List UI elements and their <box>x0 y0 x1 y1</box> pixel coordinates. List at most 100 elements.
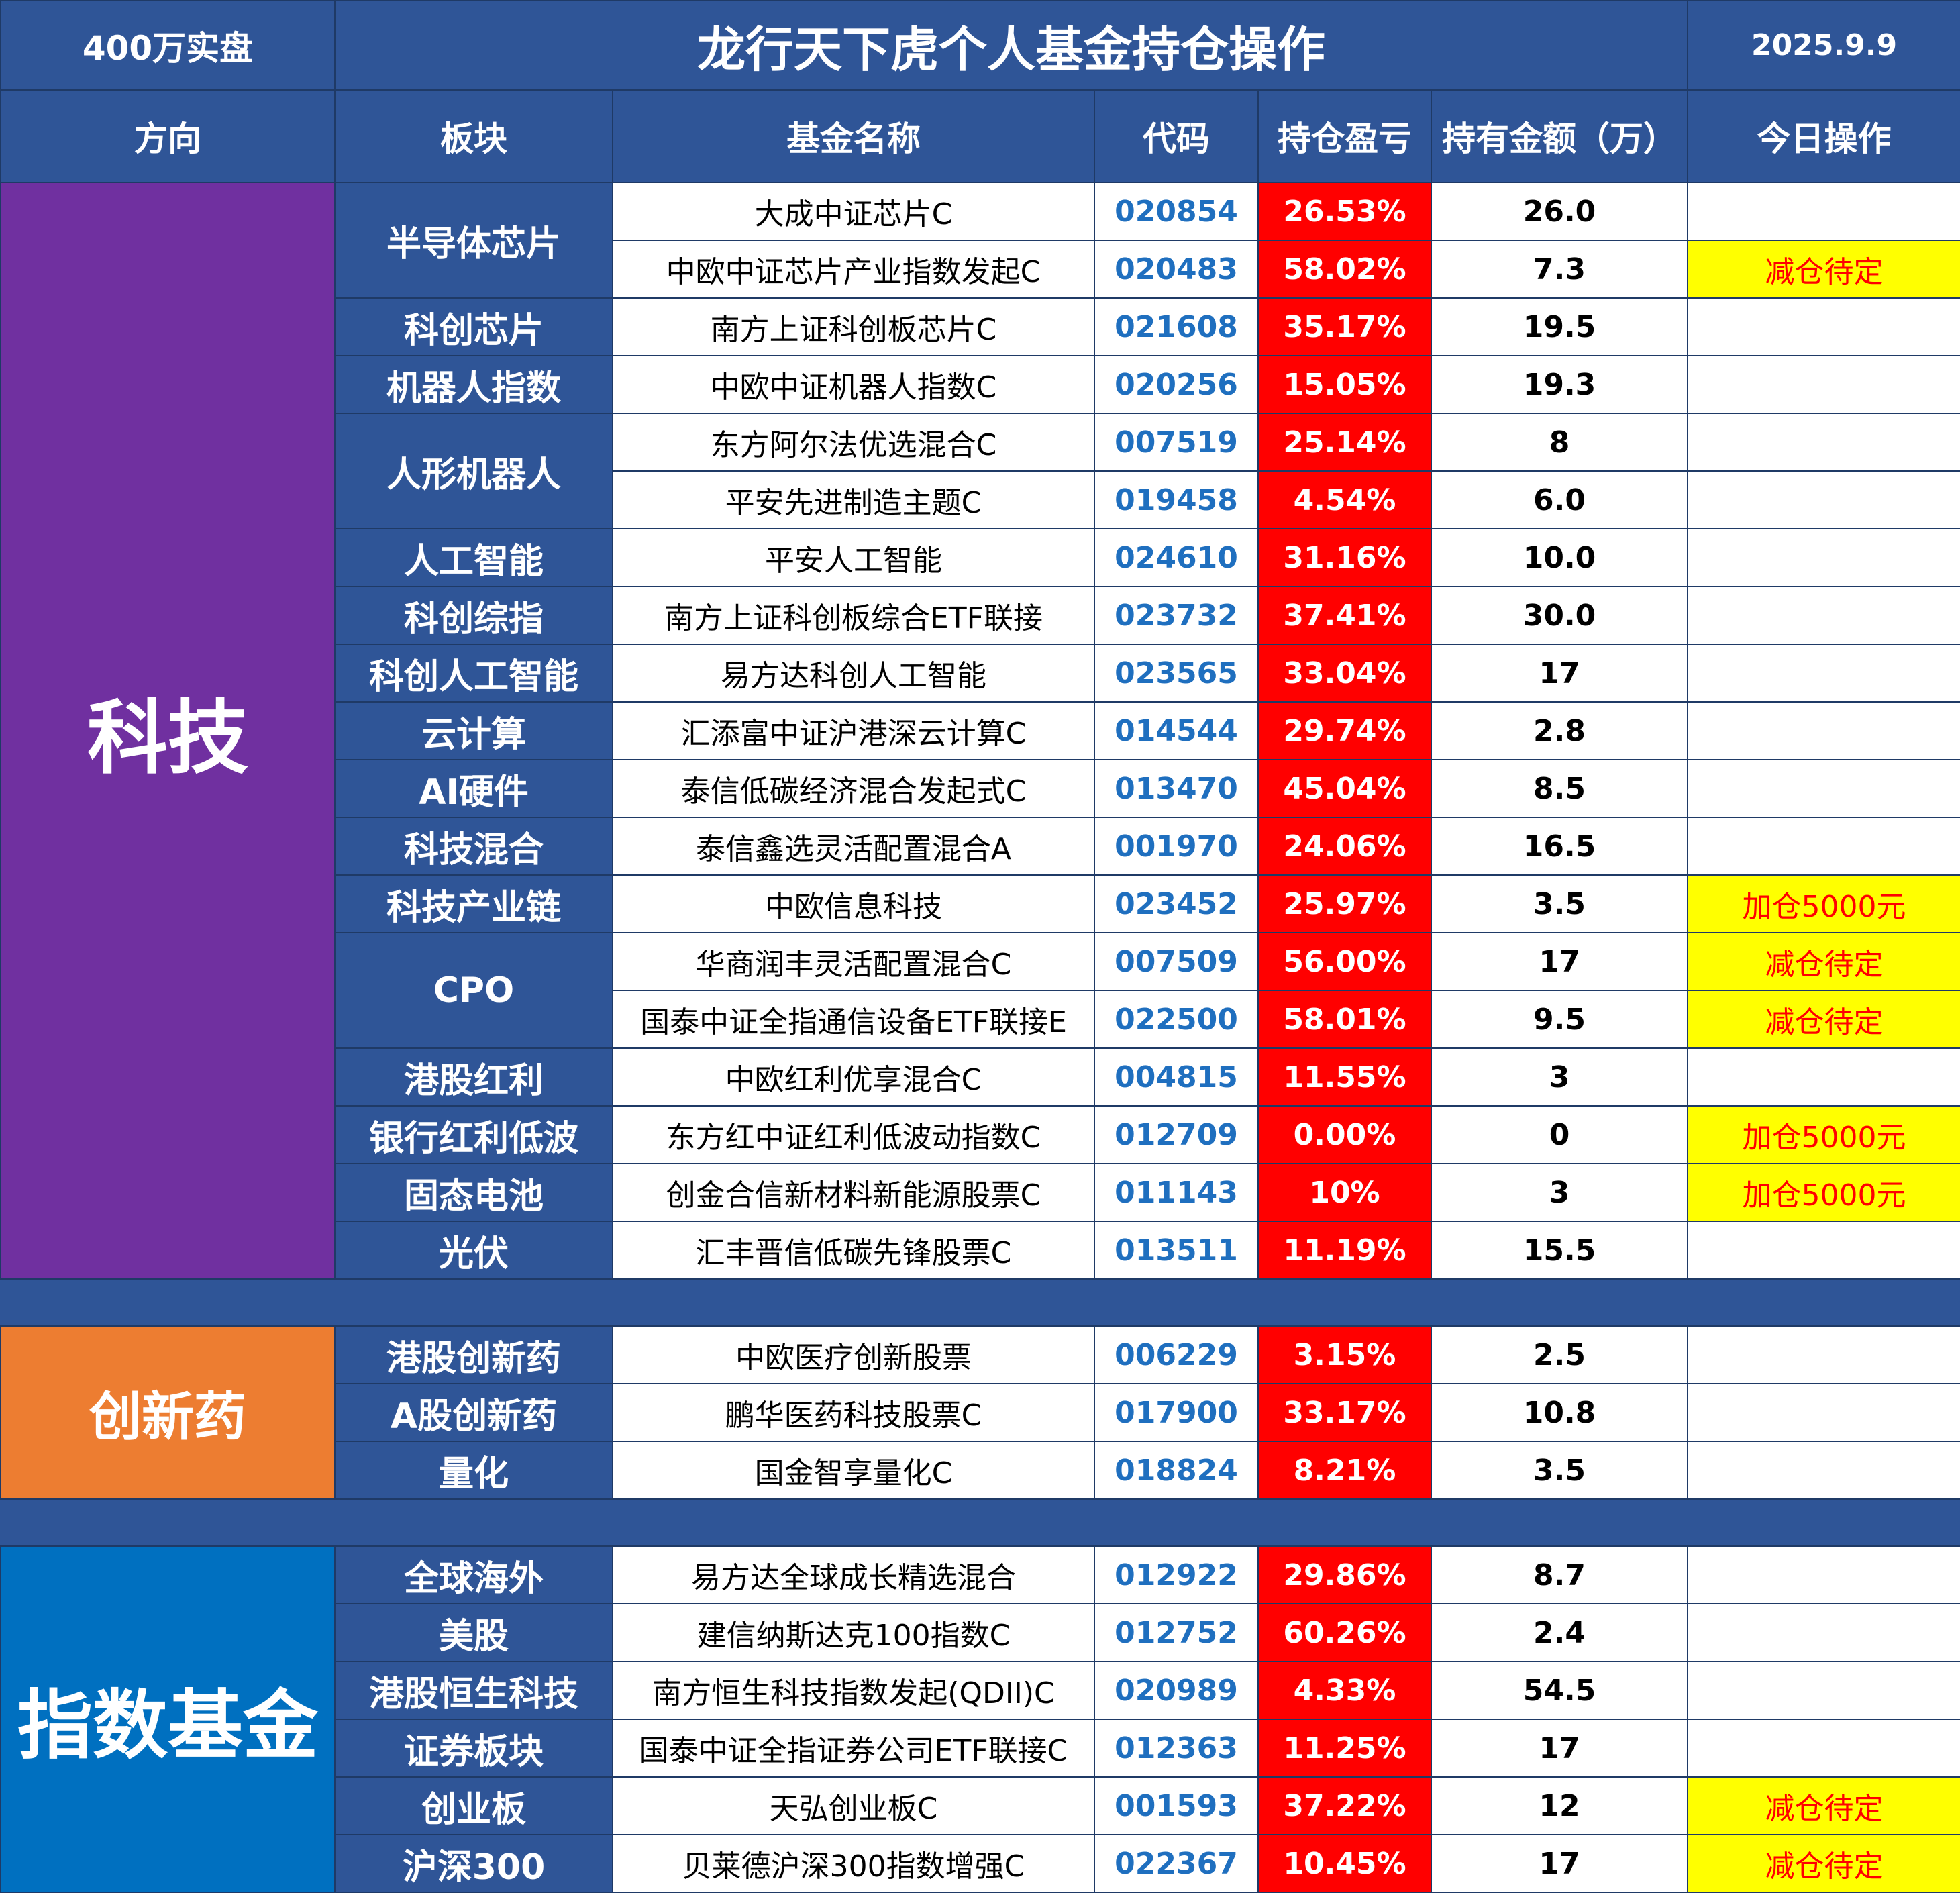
fund-code: 012709 <box>1094 1105 1259 1164</box>
sector-label: 固态电池 <box>334 1163 613 1222</box>
today-operation <box>1687 1661 1960 1720</box>
pnl-value: 10.45% <box>1257 1834 1432 1893</box>
fund-name: 东方阿尔法优选混合C <box>612 413 1095 472</box>
today-operation: 减仓待定 <box>1687 932 1960 991</box>
col-fund-name: 基金名称 <box>612 89 1095 183</box>
holding-amount: 3.5 <box>1430 1441 1689 1500</box>
fund-code: 023732 <box>1094 586 1259 645</box>
fund-code: 001593 <box>1094 1776 1259 1835</box>
pnl-value: 4.54% <box>1257 470 1432 529</box>
fund-code: 013470 <box>1094 759 1259 818</box>
sector-label: 人形机器人 <box>334 413 613 529</box>
fund-name: 鹏华医药科技股票C <box>612 1383 1095 1442</box>
today-operation <box>1687 1545 1960 1604</box>
holding-amount: 15.5 <box>1430 1221 1689 1280</box>
direction-index: 指数基金 <box>0 1545 336 1893</box>
fund-code: 020256 <box>1094 355 1259 414</box>
today-operation <box>1687 1221 1960 1280</box>
holding-amount: 26.0 <box>1430 182 1689 241</box>
fund-name: 东方红中证红利低波动指数C <box>612 1105 1095 1164</box>
fund-code: 020854 <box>1094 182 1259 241</box>
pnl-value: 58.02% <box>1257 240 1432 299</box>
today-operation <box>1687 586 1960 645</box>
fund-name: 创金合信新材料新能源股票C <box>612 1163 1095 1222</box>
holding-amount: 2.8 <box>1430 701 1689 760</box>
col-sector: 板块 <box>334 89 613 183</box>
today-operation <box>1687 759 1960 818</box>
col-today-op: 今日操作 <box>1687 89 1960 183</box>
fund-name: 国泰中证全指通信设备ETF联接E <box>612 990 1095 1049</box>
fund-code: 024610 <box>1094 528 1259 587</box>
fund-code: 020989 <box>1094 1661 1259 1720</box>
fund-name: 平安先进制造主题C <box>612 470 1095 529</box>
sector-label: 科创人工智能 <box>334 644 613 703</box>
holding-amount: 2.5 <box>1430 1325 1689 1384</box>
today-operation <box>1687 1603 1960 1662</box>
holding-amount: 6.0 <box>1430 470 1689 529</box>
fund-code: 011143 <box>1094 1163 1259 1222</box>
sector-label: A股创新药 <box>334 1383 613 1442</box>
table-row: 科技 半导体芯片 大成中证芯片C 020854 26.53% 26.0 <box>0 182 1960 1280</box>
pnl-value: 4.33% <box>1257 1661 1432 1720</box>
fund-code: 021608 <box>1094 297 1259 356</box>
fund-code: 022367 <box>1094 1834 1259 1893</box>
today-operation <box>1687 470 1960 529</box>
fund-name: 中欧红利优享混合C <box>612 1047 1095 1107</box>
fund-name: 中欧信息科技 <box>612 874 1095 933</box>
pnl-value: 58.01% <box>1257 990 1432 1049</box>
pnl-value: 37.41% <box>1257 586 1432 645</box>
sector-label: 证券板块 <box>334 1719 613 1778</box>
today-operation <box>1687 1719 1960 1778</box>
fund-name: 中欧中证芯片产业指数发起C <box>612 240 1095 299</box>
fund-name: 贝莱德沪深300指数增强C <box>612 1834 1095 1893</box>
holding-amount: 8 <box>1430 413 1689 472</box>
holding-amount: 10.8 <box>1430 1383 1689 1442</box>
holding-amount: 10.0 <box>1430 528 1689 587</box>
sector-label: 港股恒生科技 <box>334 1661 613 1720</box>
sector-label: 港股创新药 <box>334 1325 613 1384</box>
sector-label: 科创综指 <box>334 586 613 645</box>
holding-amount: 30.0 <box>1430 586 1689 645</box>
holding-amount: 54.5 <box>1430 1661 1689 1720</box>
holding-amount: 17 <box>1430 1834 1689 1893</box>
today-operation <box>1687 182 1960 241</box>
direction-tech: 科技 <box>0 182 336 1280</box>
holding-amount: 9.5 <box>1430 990 1689 1049</box>
pnl-value: 11.55% <box>1257 1047 1432 1107</box>
pnl-value: 11.25% <box>1257 1719 1432 1778</box>
pnl-value: 60.26% <box>1257 1603 1432 1662</box>
fund-code: 013511 <box>1094 1221 1259 1280</box>
today-operation: 减仓待定 <box>1687 1776 1960 1835</box>
page-title: 龙行天下虎个人基金持仓操作 <box>333 0 1689 91</box>
portfolio-scale: 400万实盘 <box>0 0 336 91</box>
holding-amount: 3 <box>1430 1047 1689 1107</box>
today-operation <box>1687 644 1960 703</box>
today-operation <box>1687 528 1960 587</box>
pnl-value: 29.86% <box>1257 1545 1432 1604</box>
holding-amount: 19.5 <box>1430 297 1689 356</box>
today-operation <box>1687 1047 1960 1107</box>
sector-label: CPO <box>334 932 613 1049</box>
direction-pharma: 创新药 <box>0 1325 336 1500</box>
pnl-value: 24.06% <box>1257 817 1432 876</box>
sector-label: 沪深300 <box>334 1834 613 1893</box>
pnl-value: 15.05% <box>1257 355 1432 414</box>
today-operation <box>1687 413 1960 472</box>
sector-label: 半导体芯片 <box>334 182 613 299</box>
fund-code: 001970 <box>1094 817 1259 876</box>
fund-code: 022500 <box>1094 990 1259 1049</box>
fund-code: 007509 <box>1094 932 1259 991</box>
table-row: 创新药 港股创新药 中欧医疗创新股票 006229 3.15% 2.5 <box>0 1325 1960 1500</box>
today-operation <box>1687 817 1960 876</box>
fund-name: 华商润丰灵活配置混合C <box>612 932 1095 991</box>
sector-label: 科技混合 <box>334 817 613 876</box>
holding-amount: 7.3 <box>1430 240 1689 299</box>
fund-code: 012922 <box>1094 1545 1259 1604</box>
pnl-value: 11.19% <box>1257 1221 1432 1280</box>
holding-amount: 19.3 <box>1430 355 1689 414</box>
pnl-value: 35.17% <box>1257 297 1432 356</box>
pnl-value: 25.14% <box>1257 413 1432 472</box>
holdings-table: 400万实盘 龙行天下虎个人基金持仓操作 2025.9.9 方向 板块 基金名称… <box>0 0 1960 1893</box>
sector-label: 港股红利 <box>334 1047 613 1107</box>
sector-label: 全球海外 <box>334 1545 613 1604</box>
